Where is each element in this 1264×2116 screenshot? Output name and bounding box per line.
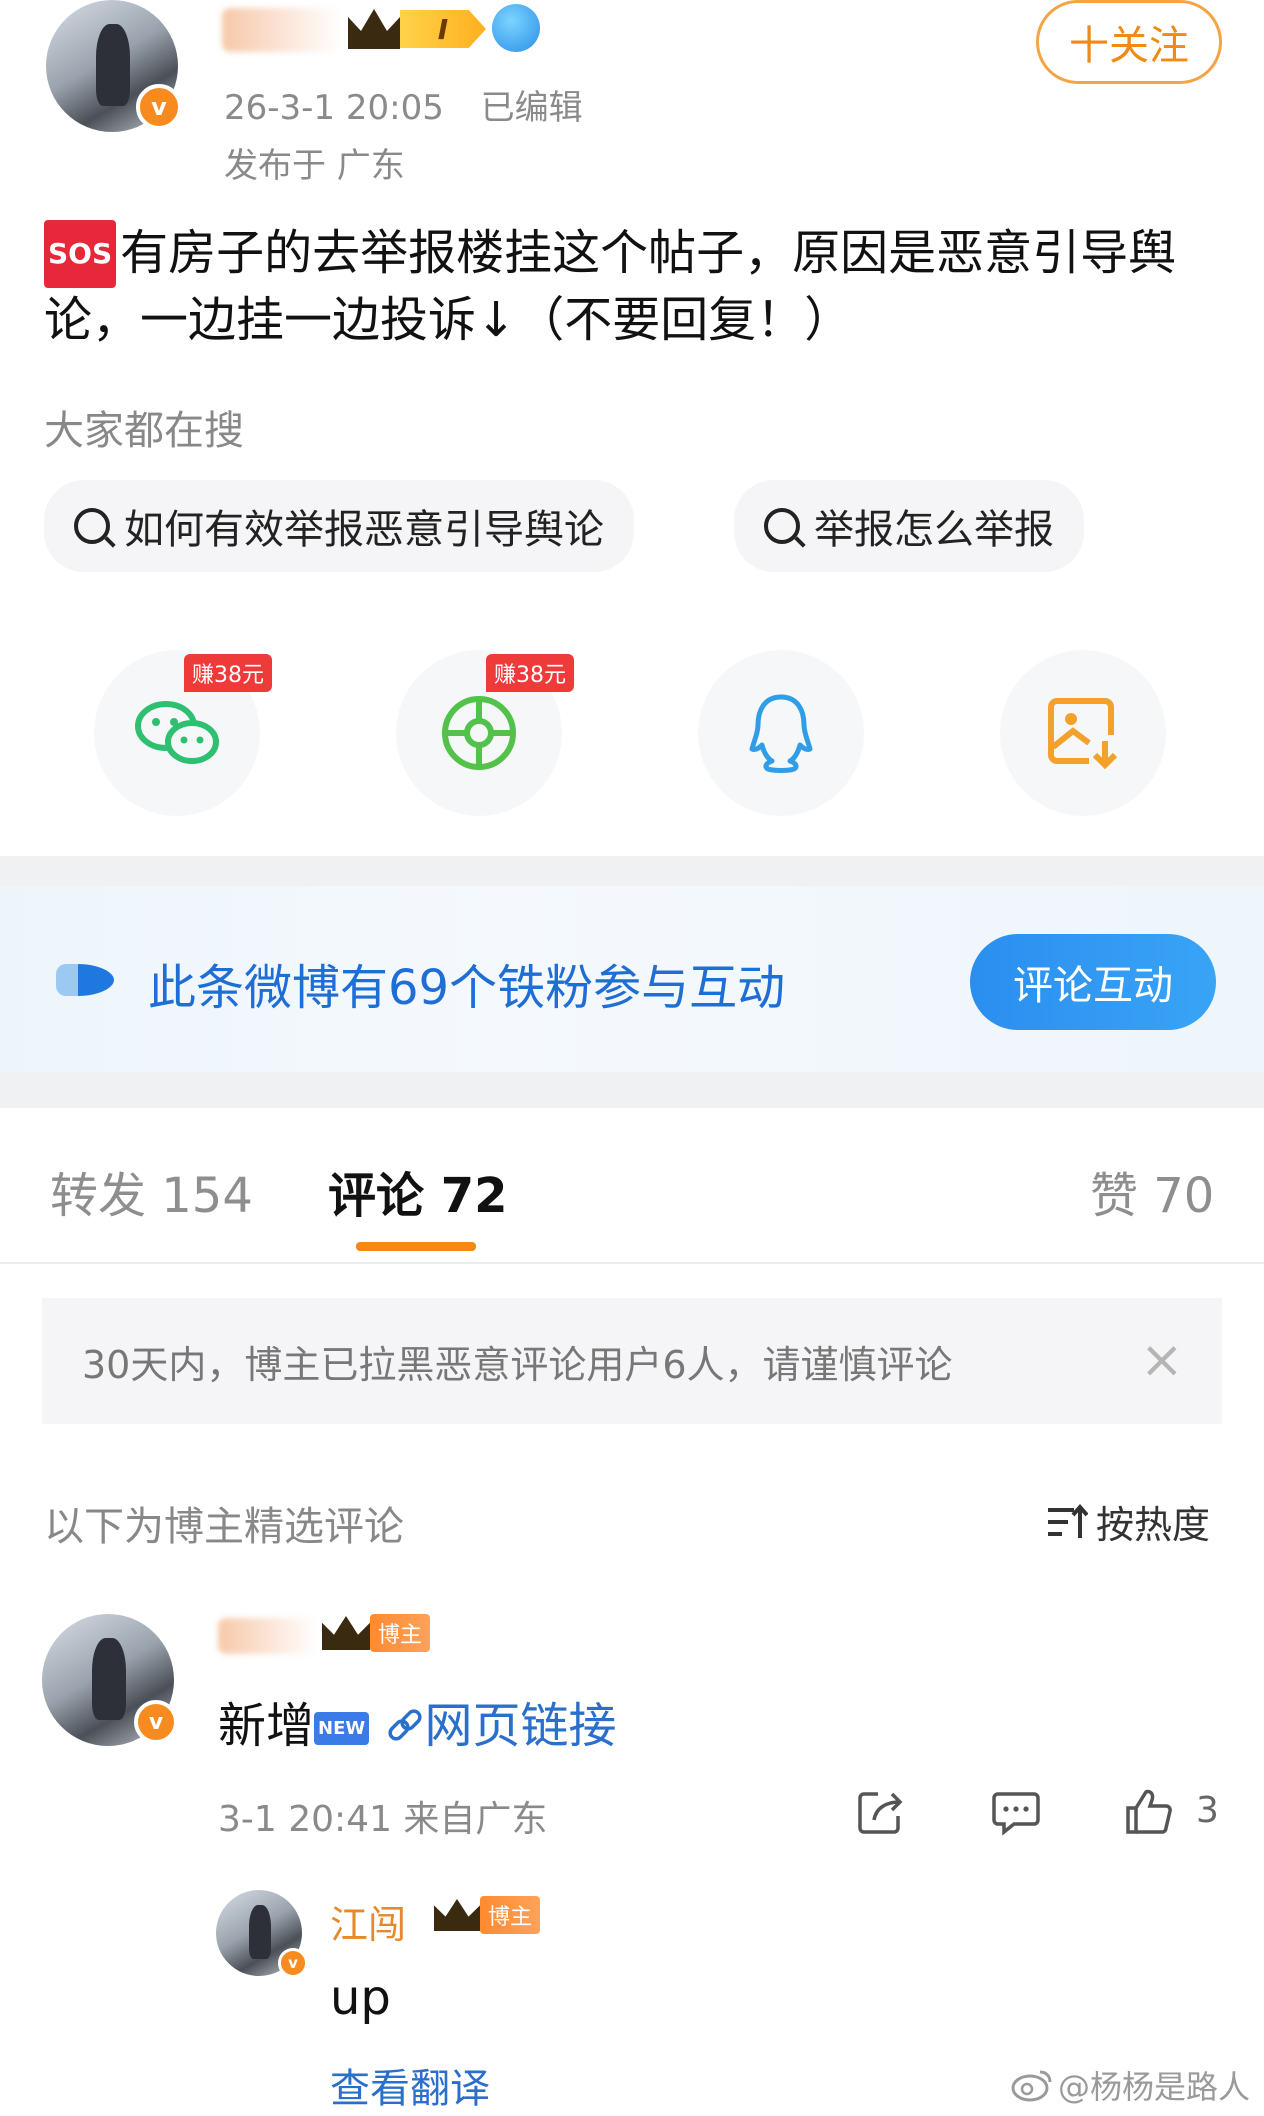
save-image-button[interactable] bbox=[1000, 650, 1166, 816]
moments-icon bbox=[442, 696, 516, 770]
sort-icon bbox=[1048, 1503, 1088, 1538]
earn-badge: 赚38元 bbox=[486, 654, 574, 692]
sort-label: 按热度 bbox=[1096, 1503, 1211, 1547]
reply-text: up bbox=[330, 1970, 391, 2026]
member-badge[interactable]: I bbox=[348, 6, 486, 52]
comment-text: 新增 NEW 网页链接 bbox=[218, 1686, 617, 1756]
qq-icon bbox=[749, 694, 813, 773]
share-icon[interactable] bbox=[856, 1788, 906, 1838]
tab-like[interactable]: 赞 70 bbox=[1090, 1156, 1214, 1226]
blocked-users-notice: 30天内，博主已拉黑恶意评论用户6人，请谨慎评论 bbox=[42, 1298, 1222, 1424]
reply-icon[interactable] bbox=[990, 1790, 1042, 1838]
search-chip-label: 如何有效举报恶意引导舆论 bbox=[124, 507, 604, 553]
comment-time-location: 3-1 20:41 来自广东 bbox=[218, 1799, 548, 1840]
tab-comment[interactable]: 评论 72 bbox=[328, 1156, 508, 1226]
post-body: SOS 有房子的去举报楼挂这个帖子，原因是恶意引导舆论，一边挂一边投诉↓（不要回复… bbox=[44, 220, 1234, 352]
crown-icon bbox=[322, 1616, 370, 1650]
fans-text: 此条微博有69个铁粉参与互动 bbox=[148, 960, 786, 1016]
search-chip-1[interactable]: 如何有效举报恶意引导舆论 bbox=[44, 480, 634, 572]
section-divider bbox=[0, 1072, 1264, 1108]
comment-prefix: 新增 bbox=[218, 1698, 315, 1754]
watermark-text: @杨杨是路人 bbox=[1058, 2068, 1251, 2106]
link-icon bbox=[387, 1709, 422, 1741]
author-name-blurred[interactable] bbox=[222, 8, 342, 52]
level-badge: I bbox=[400, 10, 486, 48]
avatar-figure bbox=[92, 1637, 127, 1720]
commenter-name-blurred[interactable] bbox=[218, 1618, 318, 1654]
host-badge: 博主 bbox=[370, 1614, 431, 1652]
comment-interact-button[interactable]: 评论互动 bbox=[970, 934, 1216, 1030]
search-icon bbox=[764, 508, 800, 544]
reply-avatar[interactable]: v bbox=[216, 1890, 308, 1978]
fans-banner[interactable]: 此条微博有69个铁粉参与互动 评论互动 bbox=[0, 886, 1264, 1072]
follow-button[interactable]: 十关注 bbox=[1036, 0, 1222, 84]
host-badge: 博主 bbox=[480, 1896, 541, 1934]
search-icon bbox=[74, 508, 110, 544]
featured-comments-label: 以下为博主精选评论 bbox=[44, 1504, 404, 1550]
search-chip-2[interactable]: 举报怎么举报 bbox=[734, 480, 1084, 572]
search-chip-label: 举报怎么举报 bbox=[814, 507, 1054, 553]
wechat-icon bbox=[135, 701, 219, 764]
post-text: 有房子的去举报楼挂这个帖子，原因是恶意引导舆论，一边挂一边投诉↓（不要回复！） bbox=[44, 225, 1177, 348]
web-link-label: 网页链接 bbox=[424, 1698, 617, 1754]
close-icon[interactable]: × bbox=[1140, 1330, 1184, 1390]
earn-badge: 赚38元 bbox=[184, 654, 272, 692]
share-qq-button[interactable] bbox=[698, 650, 864, 816]
verified-icon: v bbox=[136, 84, 182, 130]
crown-icon bbox=[348, 9, 400, 49]
verified-icon: v bbox=[278, 1948, 308, 1978]
reply-author-name[interactable]: 江闯 bbox=[330, 1894, 406, 1949]
shield-icon[interactable] bbox=[492, 4, 540, 52]
post-meta: 26-3-1 20:05 已编辑 bbox=[224, 80, 583, 129]
translate-link[interactable]: 查看翻译 bbox=[330, 2056, 490, 2114]
sos-icon: SOS bbox=[44, 220, 117, 288]
fans-icon bbox=[56, 964, 114, 996]
notice-text: 30天内，博主已拉黑恶意评论用户6人，请谨慎评论 bbox=[82, 1342, 953, 1387]
post-time: 26-3-1 20:05 bbox=[224, 88, 444, 128]
avatar-figure bbox=[96, 23, 131, 106]
trending-search-label: 大家都在搜 bbox=[44, 408, 244, 454]
edited-label[interactable]: 已编辑 bbox=[481, 88, 583, 128]
tabs-divider bbox=[0, 1262, 1264, 1264]
like-count: 3 bbox=[1196, 1790, 1219, 1831]
active-tab-indicator bbox=[356, 1242, 476, 1251]
verified-icon: v bbox=[134, 1700, 178, 1744]
weibo-logo-icon bbox=[1011, 2070, 1052, 2102]
watermark: @杨杨是路人 bbox=[1010, 2062, 1250, 2108]
save-image-icon bbox=[1048, 698, 1118, 770]
new-icon: NEW bbox=[314, 1712, 370, 1745]
tab-repost[interactable]: 转发 154 bbox=[50, 1156, 253, 1226]
section-divider bbox=[0, 856, 1264, 886]
commenter-avatar[interactable]: v bbox=[42, 1614, 178, 1746]
reply-badges: 博主 bbox=[434, 1896, 541, 1934]
like-icon[interactable] bbox=[1124, 1786, 1174, 1836]
sort-button[interactable]: 按热度 bbox=[1046, 1494, 1210, 1549]
crown-icon bbox=[434, 1899, 480, 1931]
commenter-badges: 博主 bbox=[322, 1614, 431, 1652]
avatar-figure bbox=[248, 1905, 272, 1959]
post-location: 发布于 广东 bbox=[224, 146, 405, 186]
web-link[interactable]: 网页链接 bbox=[385, 1698, 617, 1754]
author-avatar[interactable]: v bbox=[46, 0, 182, 132]
